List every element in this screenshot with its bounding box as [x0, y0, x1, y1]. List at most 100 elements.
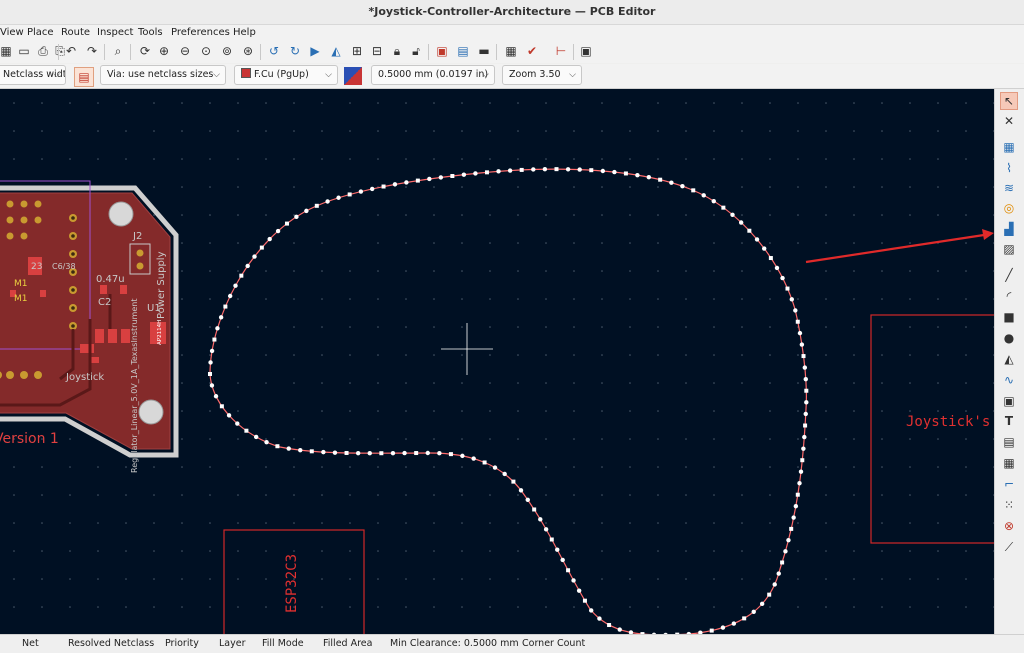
outline-vertex[interactable]	[542, 167, 548, 172]
bezier-icon[interactable]: ∿	[1001, 372, 1017, 388]
outline-vertex[interactable]	[566, 568, 571, 573]
outline-vertex[interactable]	[801, 354, 806, 359]
outline-vertex[interactable]	[701, 193, 706, 198]
zoom-fit-icon[interactable]: ⊙	[198, 43, 214, 59]
menu-view[interactable]: View	[0, 27, 24, 38]
outline-vertex[interactable]	[669, 180, 674, 185]
arc-icon[interactable]: ◜	[1001, 288, 1017, 304]
outline-vertex[interactable]	[314, 203, 319, 208]
mirror-icon[interactable]: ◭	[328, 43, 344, 59]
outline-vertex[interactable]	[461, 172, 467, 177]
outline-vertex[interactable]	[543, 527, 549, 532]
textbox-icon[interactable]: ▤	[1001, 434, 1017, 450]
outline-vertex[interactable]	[747, 228, 752, 233]
outline-vertex[interactable]	[797, 481, 802, 486]
outline-vertex[interactable]	[218, 315, 224, 320]
outline-vertex[interactable]	[797, 330, 803, 336]
via-size-dropdown[interactable]: Via: use netclass sizes ⌵	[100, 65, 226, 85]
outline-vertex[interactable]	[507, 168, 513, 173]
outline-vertex[interactable]	[492, 465, 498, 470]
outline-vertex[interactable]	[367, 451, 372, 456]
outline-vertex[interactable]	[511, 479, 516, 484]
menu-place[interactable]: Place	[27, 27, 54, 38]
outline-vertex[interactable]	[209, 348, 215, 354]
outline-vertex[interactable]	[780, 275, 785, 281]
text-icon[interactable]: T	[1001, 413, 1017, 429]
outline-vertex[interactable]	[786, 537, 791, 543]
unlock-icon[interactable]: 🔓︎	[408, 43, 424, 59]
group-icon[interactable]: ⊞	[349, 43, 365, 59]
outline-vertex[interactable]	[738, 220, 744, 225]
outline-vertex[interactable]	[215, 326, 220, 331]
outline-vertex[interactable]	[325, 199, 330, 204]
outline-vertex[interactable]	[227, 293, 233, 299]
outline-vertex[interactable]	[355, 450, 361, 456]
drc-icon[interactable]: ✔	[524, 43, 540, 59]
rotate-cw-icon[interactable]: ↻	[287, 43, 303, 59]
outline-vertex[interactable]	[370, 186, 375, 192]
outline-vertex[interactable]	[267, 236, 272, 242]
outline-vertex[interactable]	[448, 452, 453, 457]
redo-icon[interactable]: ↷	[84, 43, 100, 59]
outline-vertex[interactable]	[502, 471, 507, 477]
outline-vertex[interactable]	[208, 360, 213, 365]
outline-vertex[interactable]	[793, 503, 799, 509]
outline-vertex[interactable]	[304, 208, 309, 214]
outline-vertex[interactable]	[589, 168, 594, 173]
undo-icon[interactable]: ↶	[63, 43, 79, 59]
outline-vertex[interactable]	[776, 571, 781, 576]
pad-grid-icon[interactable]: ⁙	[1001, 497, 1017, 513]
outline-vertex[interactable]	[798, 469, 804, 474]
outline-vertex[interactable]	[789, 526, 794, 531]
outline-vertex[interactable]	[347, 192, 352, 197]
zone-icon[interactable]: ▨	[1001, 241, 1017, 257]
outline-vertex[interactable]	[531, 167, 536, 172]
outline-vertex[interactable]	[549, 537, 554, 542]
outline-vertex[interactable]	[731, 621, 737, 626]
delete-icon[interactable]: ⊗	[1001, 518, 1017, 534]
outline-vertex[interactable]	[612, 169, 617, 175]
refresh-icon[interactable]: ⟳	[137, 43, 153, 59]
outline-vertex[interactable]	[658, 177, 663, 182]
layer-dropdown[interactable]: F.Cu (PgUp) ⌵	[234, 65, 338, 85]
outline-vertex[interactable]	[226, 413, 232, 418]
board-setup-icon[interactable]: ▬	[476, 43, 492, 59]
outline-vertex[interactable]	[219, 404, 224, 409]
outline-vertex[interactable]	[450, 174, 455, 179]
outline-vertex[interactable]	[721, 205, 726, 210]
outline-vertex[interactable]	[783, 549, 788, 554]
outline-vertex[interactable]	[379, 451, 384, 456]
console-icon[interactable]: ▣	[578, 43, 594, 59]
outline-vertex[interactable]	[795, 492, 800, 497]
outline-vertex[interactable]	[438, 175, 444, 180]
outline-vertex[interactable]	[332, 450, 338, 455]
outline-vertex[interactable]	[275, 228, 281, 234]
outline-vertex[interactable]	[571, 578, 576, 583]
outline-vertex[interactable]	[623, 171, 628, 176]
outline-vertex[interactable]	[496, 169, 501, 174]
route-diff-pair-icon[interactable]: ≋	[1001, 180, 1017, 196]
dimension-icon[interactable]: ⌐	[1001, 476, 1017, 492]
outline-vertex[interactable]	[768, 256, 773, 261]
netlist-icon[interactable]: ▣	[434, 43, 450, 59]
outline-vertex[interactable]	[358, 189, 364, 194]
menu-tools[interactable]: Tools	[138, 27, 163, 38]
outline-vertex[interactable]	[259, 245, 264, 250]
outline-vertex[interactable]	[253, 434, 259, 440]
new-board-icon[interactable]: ▦	[0, 43, 14, 59]
outline-vertex[interactable]	[597, 616, 602, 621]
rectangle-icon[interactable]: ■	[1001, 309, 1017, 325]
outline-vertex[interactable]	[785, 286, 790, 291]
outline-vertex[interactable]	[720, 625, 726, 630]
outline-vertex[interactable]	[646, 175, 652, 180]
measure-icon[interactable]: ⟋	[1001, 539, 1017, 555]
outline-vertex[interactable]	[437, 451, 442, 456]
outline-vertex[interactable]	[525, 497, 530, 503]
outline-vertex[interactable]	[582, 598, 587, 603]
flip-icon[interactable]: ▶	[307, 43, 323, 59]
zoom-in-icon[interactable]: ⊕	[156, 43, 172, 59]
rotate-ccw-icon[interactable]: ↺	[266, 43, 282, 59]
footprint-add-icon[interactable]: ▦	[1001, 139, 1017, 155]
outline-vertex[interactable]	[800, 458, 805, 463]
find-icon[interactable]: ⌕	[110, 43, 126, 59]
